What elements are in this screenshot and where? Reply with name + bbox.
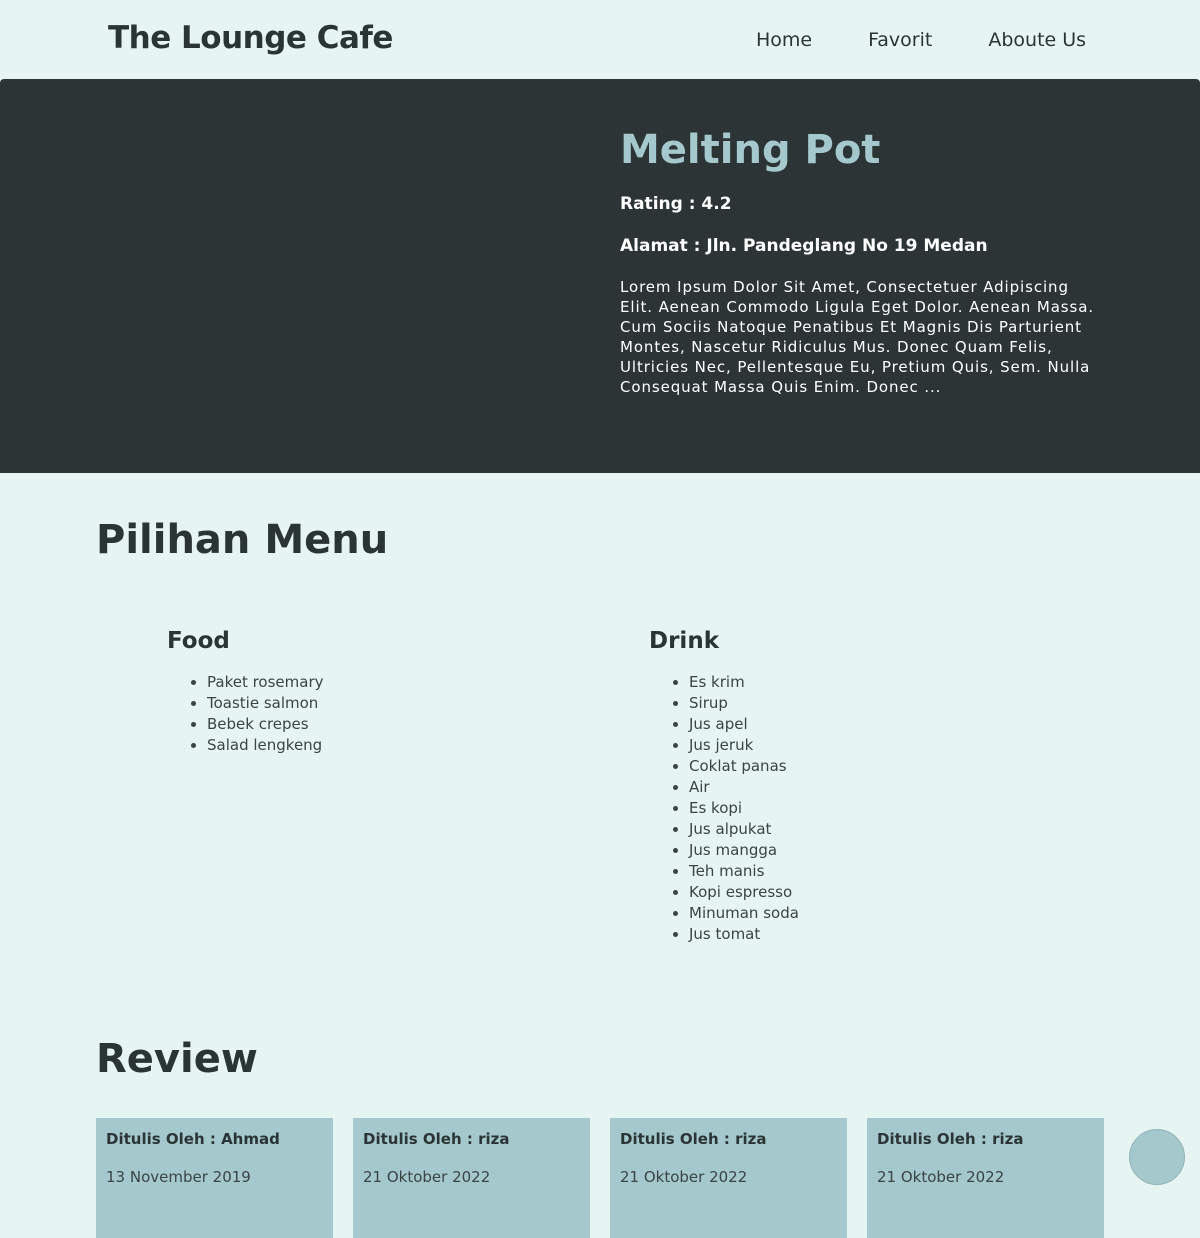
review-date: 13 November 2019 xyxy=(106,1168,251,1186)
menu-item: Toastie salmon xyxy=(207,693,324,714)
nav-link-about-us[interactable]: Aboute Us xyxy=(988,29,1086,51)
menu-item: Es krim xyxy=(689,672,799,693)
menu-item: Jus apel xyxy=(689,714,799,735)
review-section-title: Review xyxy=(96,1036,258,1082)
nav-links: Home Favorit Aboute Us xyxy=(756,29,1086,51)
drink-list: Es krimSirupJus apelJus jerukCoklat pana… xyxy=(649,672,799,945)
review-author: Ditulis Oleh : riza xyxy=(877,1130,1024,1148)
review-card[interactable]: Ditulis Oleh : riza 21 Oktober 2022 xyxy=(610,1118,847,1238)
menu-item: Jus jeruk xyxy=(689,735,799,756)
food-list: Paket rosemaryToastie salmonBebek crepes… xyxy=(167,672,324,756)
menu-item: Jus mangga xyxy=(689,840,799,861)
restaurant-rating: Rating : 4.2 xyxy=(620,194,732,214)
drink-heading: Drink xyxy=(649,628,719,654)
menu-item: Minuman soda xyxy=(689,903,799,924)
review-date: 21 Oktober 2022 xyxy=(620,1168,748,1186)
navbar: The Lounge Cafe Home Favorit Aboute Us xyxy=(0,0,1200,79)
menu-item: Sirup xyxy=(689,693,799,714)
menu-item: Jus alpukat xyxy=(689,819,799,840)
nav-link-favorit[interactable]: Favorit xyxy=(868,29,932,51)
brand-title[interactable]: The Lounge Cafe xyxy=(108,20,393,56)
restaurant-description: Lorem Ipsum Dolor Sit Amet, Consectetuer… xyxy=(620,278,1094,396)
menu-item: Air xyxy=(689,777,799,798)
review-card[interactable]: Ditulis Oleh : riza 21 Oktober 2022 xyxy=(867,1118,1104,1238)
review-card[interactable]: Ditulis Oleh : riza 21 Oktober 2022 xyxy=(353,1118,590,1238)
restaurant-address: Alamat : Jln. Pandeglang No 19 Medan xyxy=(620,236,988,256)
menu-item: Bebek crepes xyxy=(207,714,324,735)
menu-item: Es kopi xyxy=(689,798,799,819)
review-author: Ditulis Oleh : Ahmad xyxy=(106,1130,280,1148)
floating-action-button[interactable] xyxy=(1129,1129,1185,1185)
hero-image xyxy=(0,79,580,473)
review-date: 21 Oktober 2022 xyxy=(877,1168,1005,1186)
menu-item: Coklat panas xyxy=(689,756,799,777)
review-author: Ditulis Oleh : riza xyxy=(363,1130,510,1148)
nav-link-home[interactable]: Home xyxy=(756,29,812,51)
review-card[interactable]: Ditulis Oleh : Ahmad 13 November 2019 xyxy=(96,1118,333,1238)
review-date: 21 Oktober 2022 xyxy=(363,1168,491,1186)
hero-section: Melting Pot Rating : 4.2 Alamat : Jln. P… xyxy=(0,79,1200,473)
restaurant-name: Melting Pot xyxy=(620,127,881,173)
menu-item: Teh manis xyxy=(689,861,799,882)
food-menu: Food Paket rosemaryToastie salmonBebek c… xyxy=(167,628,324,756)
menu-item: Paket rosemary xyxy=(207,672,324,693)
menu-item: Salad lengkeng xyxy=(207,735,324,756)
review-author: Ditulis Oleh : riza xyxy=(620,1130,767,1148)
menu-item: Kopi espresso xyxy=(689,882,799,903)
food-heading: Food xyxy=(167,628,230,654)
review-list: Ditulis Oleh : Ahmad 13 November 2019 Di… xyxy=(96,1118,1104,1238)
menu-section-title: Pilihan Menu xyxy=(96,517,389,563)
drink-menu: Drink Es krimSirupJus apelJus jerukCokla… xyxy=(649,628,799,945)
menu-item: Jus tomat xyxy=(689,924,799,945)
